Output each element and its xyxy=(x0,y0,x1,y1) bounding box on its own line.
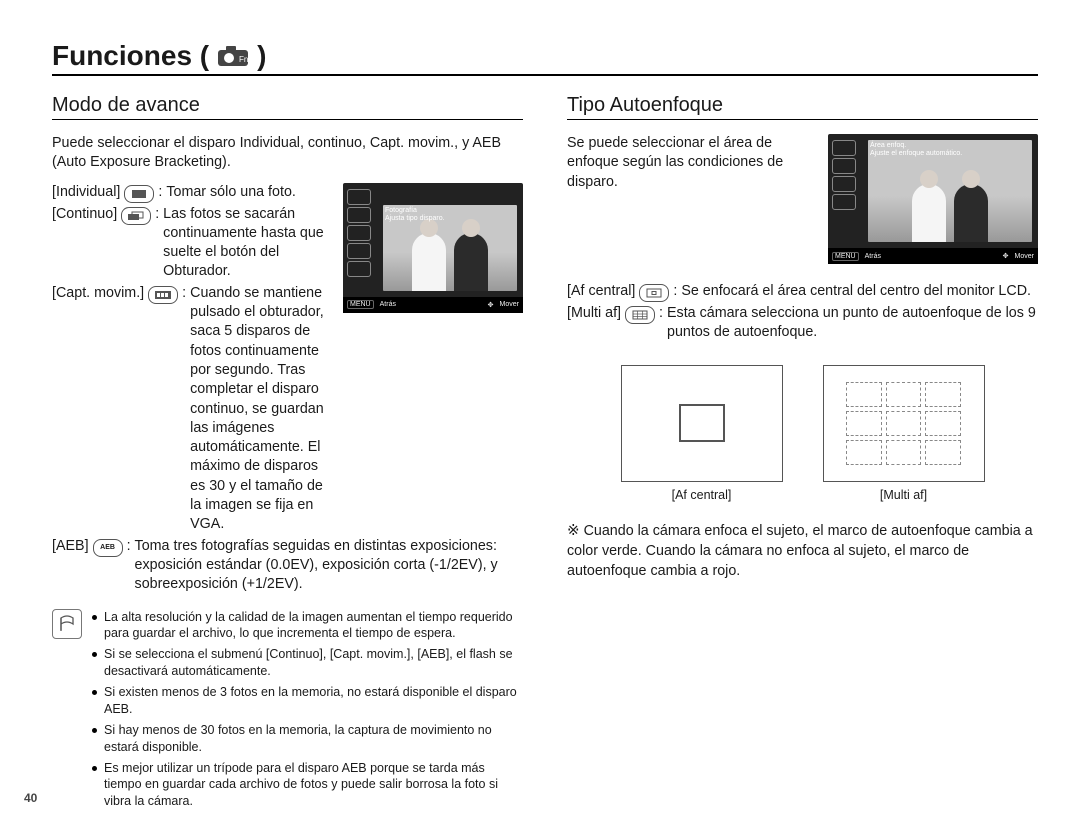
bride-figure xyxy=(912,184,946,242)
lcd-mode-icon xyxy=(347,261,371,277)
term-continuo: [Continuo] xyxy=(52,205,117,224)
groom-figure xyxy=(954,184,988,242)
af-cell xyxy=(846,411,882,436)
lcd-mode-icon xyxy=(832,194,856,210)
af-cell xyxy=(846,382,882,407)
lcd-mode-icon xyxy=(347,189,371,205)
lcd-mode-icon xyxy=(347,225,371,241)
note-icon xyxy=(52,609,82,639)
single-shot-icon xyxy=(124,185,154,203)
diagram-multi: [Multi af] xyxy=(823,365,985,502)
camera-fn-icon: Fn xyxy=(217,45,249,67)
multi-af-icon xyxy=(625,306,655,324)
page-title-row: Funciones ( Fn ) xyxy=(52,40,1038,76)
left-heading: Modo de avance xyxy=(52,94,523,120)
right-lcd: Área enfoq. Ajuste el enfoque automático… xyxy=(828,134,1038,264)
af-cell xyxy=(925,411,961,436)
colon: : xyxy=(178,284,190,535)
desc-multi: Esta cámara selecciona un punto de autoe… xyxy=(667,304,1038,343)
af-cell xyxy=(846,440,882,465)
lcd-hint: Área enfoq. Ajuste el enfoque automático… xyxy=(870,142,962,159)
diagram-central: [Af central] xyxy=(621,365,783,502)
af-cell xyxy=(886,382,922,407)
lcd-mode-icon xyxy=(832,140,856,156)
bride-figure xyxy=(412,233,446,291)
lcd-mode-icon xyxy=(832,158,856,174)
colon: : xyxy=(669,282,681,302)
menu-label: MENU xyxy=(832,252,859,261)
aeb-icon: AEB xyxy=(93,539,123,557)
lcd-mode-icon xyxy=(832,176,856,192)
desc-continuo: Las fotos se sacarán continuamente hasta… xyxy=(163,205,333,282)
af-cell xyxy=(925,382,961,407)
move-icon: ✥ xyxy=(488,301,494,309)
right-column: Tipo Autoenfoque Área enfoq. Ajuste el e… xyxy=(567,94,1038,814)
af-cell xyxy=(886,440,922,465)
colon: : xyxy=(154,183,166,203)
lcd-mode-icon xyxy=(347,207,371,223)
center-af-icon xyxy=(639,284,669,302)
move-label: Mover xyxy=(1015,253,1034,260)
menu-label: MENU xyxy=(347,300,374,309)
left-column: Modo de avance Puede seleccionar el disp… xyxy=(52,94,523,814)
note-item: Es mejor utilizar un trípode para el dis… xyxy=(92,760,523,811)
diagram-multi-label: [Multi af] xyxy=(823,488,985,502)
svg-text:Fn: Fn xyxy=(239,55,248,64)
lcd-hint1: Área enfoq. xyxy=(870,142,962,150)
lcd-mode-icon xyxy=(347,243,371,259)
continuous-icon xyxy=(121,207,151,225)
reference-mark-icon: ※ xyxy=(567,522,580,539)
note-item: Si hay menos de 30 fotos en la memoria, … xyxy=(92,722,523,756)
note-item: La alta resolución y la calidad de la im… xyxy=(92,609,523,643)
page-title: Funciones ( xyxy=(52,40,209,72)
motion-capture-icon xyxy=(148,286,178,304)
center-focus-box xyxy=(679,404,725,442)
colon: : xyxy=(151,205,163,282)
back-label: Atrás xyxy=(865,253,881,260)
diagram-central-label: [Af central] xyxy=(621,488,783,502)
back-label: Atrás xyxy=(380,301,396,308)
colon: : xyxy=(123,537,135,595)
term-individual: [Individual] xyxy=(52,183,120,202)
page-title-close: ) xyxy=(257,40,266,72)
term-capt: [Capt. movim.] xyxy=(52,284,144,303)
term-central: [Af central] xyxy=(567,282,635,301)
colon: : xyxy=(655,304,667,343)
desc-central: Se enfocará el área central del centro d… xyxy=(681,282,1038,302)
lcd-hint1: Fotografía xyxy=(385,207,445,215)
groom-figure xyxy=(454,233,488,291)
term-multi: [Multi af] xyxy=(567,304,621,323)
note-item: Si se selecciona el submenú [Continuo], … xyxy=(92,646,523,680)
desc-capt: Cuando se mantiene pulsado el obturador,… xyxy=(190,284,333,535)
star-note-text: Cuando la cámara enfoca el sujeto, el ma… xyxy=(567,523,1033,579)
desc-individual: Tomar sólo una foto. xyxy=(166,183,333,203)
right-heading: Tipo Autoenfoque xyxy=(567,94,1038,120)
lcd-hint: Fotografía Ajusta tipo disparo. xyxy=(385,207,445,224)
notes-list: La alta resolución y la calidad de la im… xyxy=(92,609,523,815)
star-note: ※Cuando la cámara enfoca el sujeto, el m… xyxy=(567,520,1038,581)
note-item: Si existen menos de 3 fotos en la memori… xyxy=(92,684,523,718)
move-label: Mover xyxy=(500,301,519,308)
lcd-hint2: Ajuste el enfoque automático. xyxy=(870,150,962,158)
af-cell xyxy=(925,440,961,465)
lcd-hint2: Ajusta tipo disparo. xyxy=(385,215,445,223)
page-number: 40 xyxy=(24,791,37,805)
af-cell xyxy=(886,411,922,436)
term-aeb: [AEB] xyxy=(52,537,89,556)
left-intro: Puede seleccionar el disparo Individual,… xyxy=(52,134,523,173)
move-icon: ✥ xyxy=(1003,252,1009,260)
left-lcd: Fotografía Ajusta tipo disparo. MENU Atr… xyxy=(343,183,523,313)
desc-aeb: Toma tres fotografías seguidas en distin… xyxy=(135,537,523,595)
